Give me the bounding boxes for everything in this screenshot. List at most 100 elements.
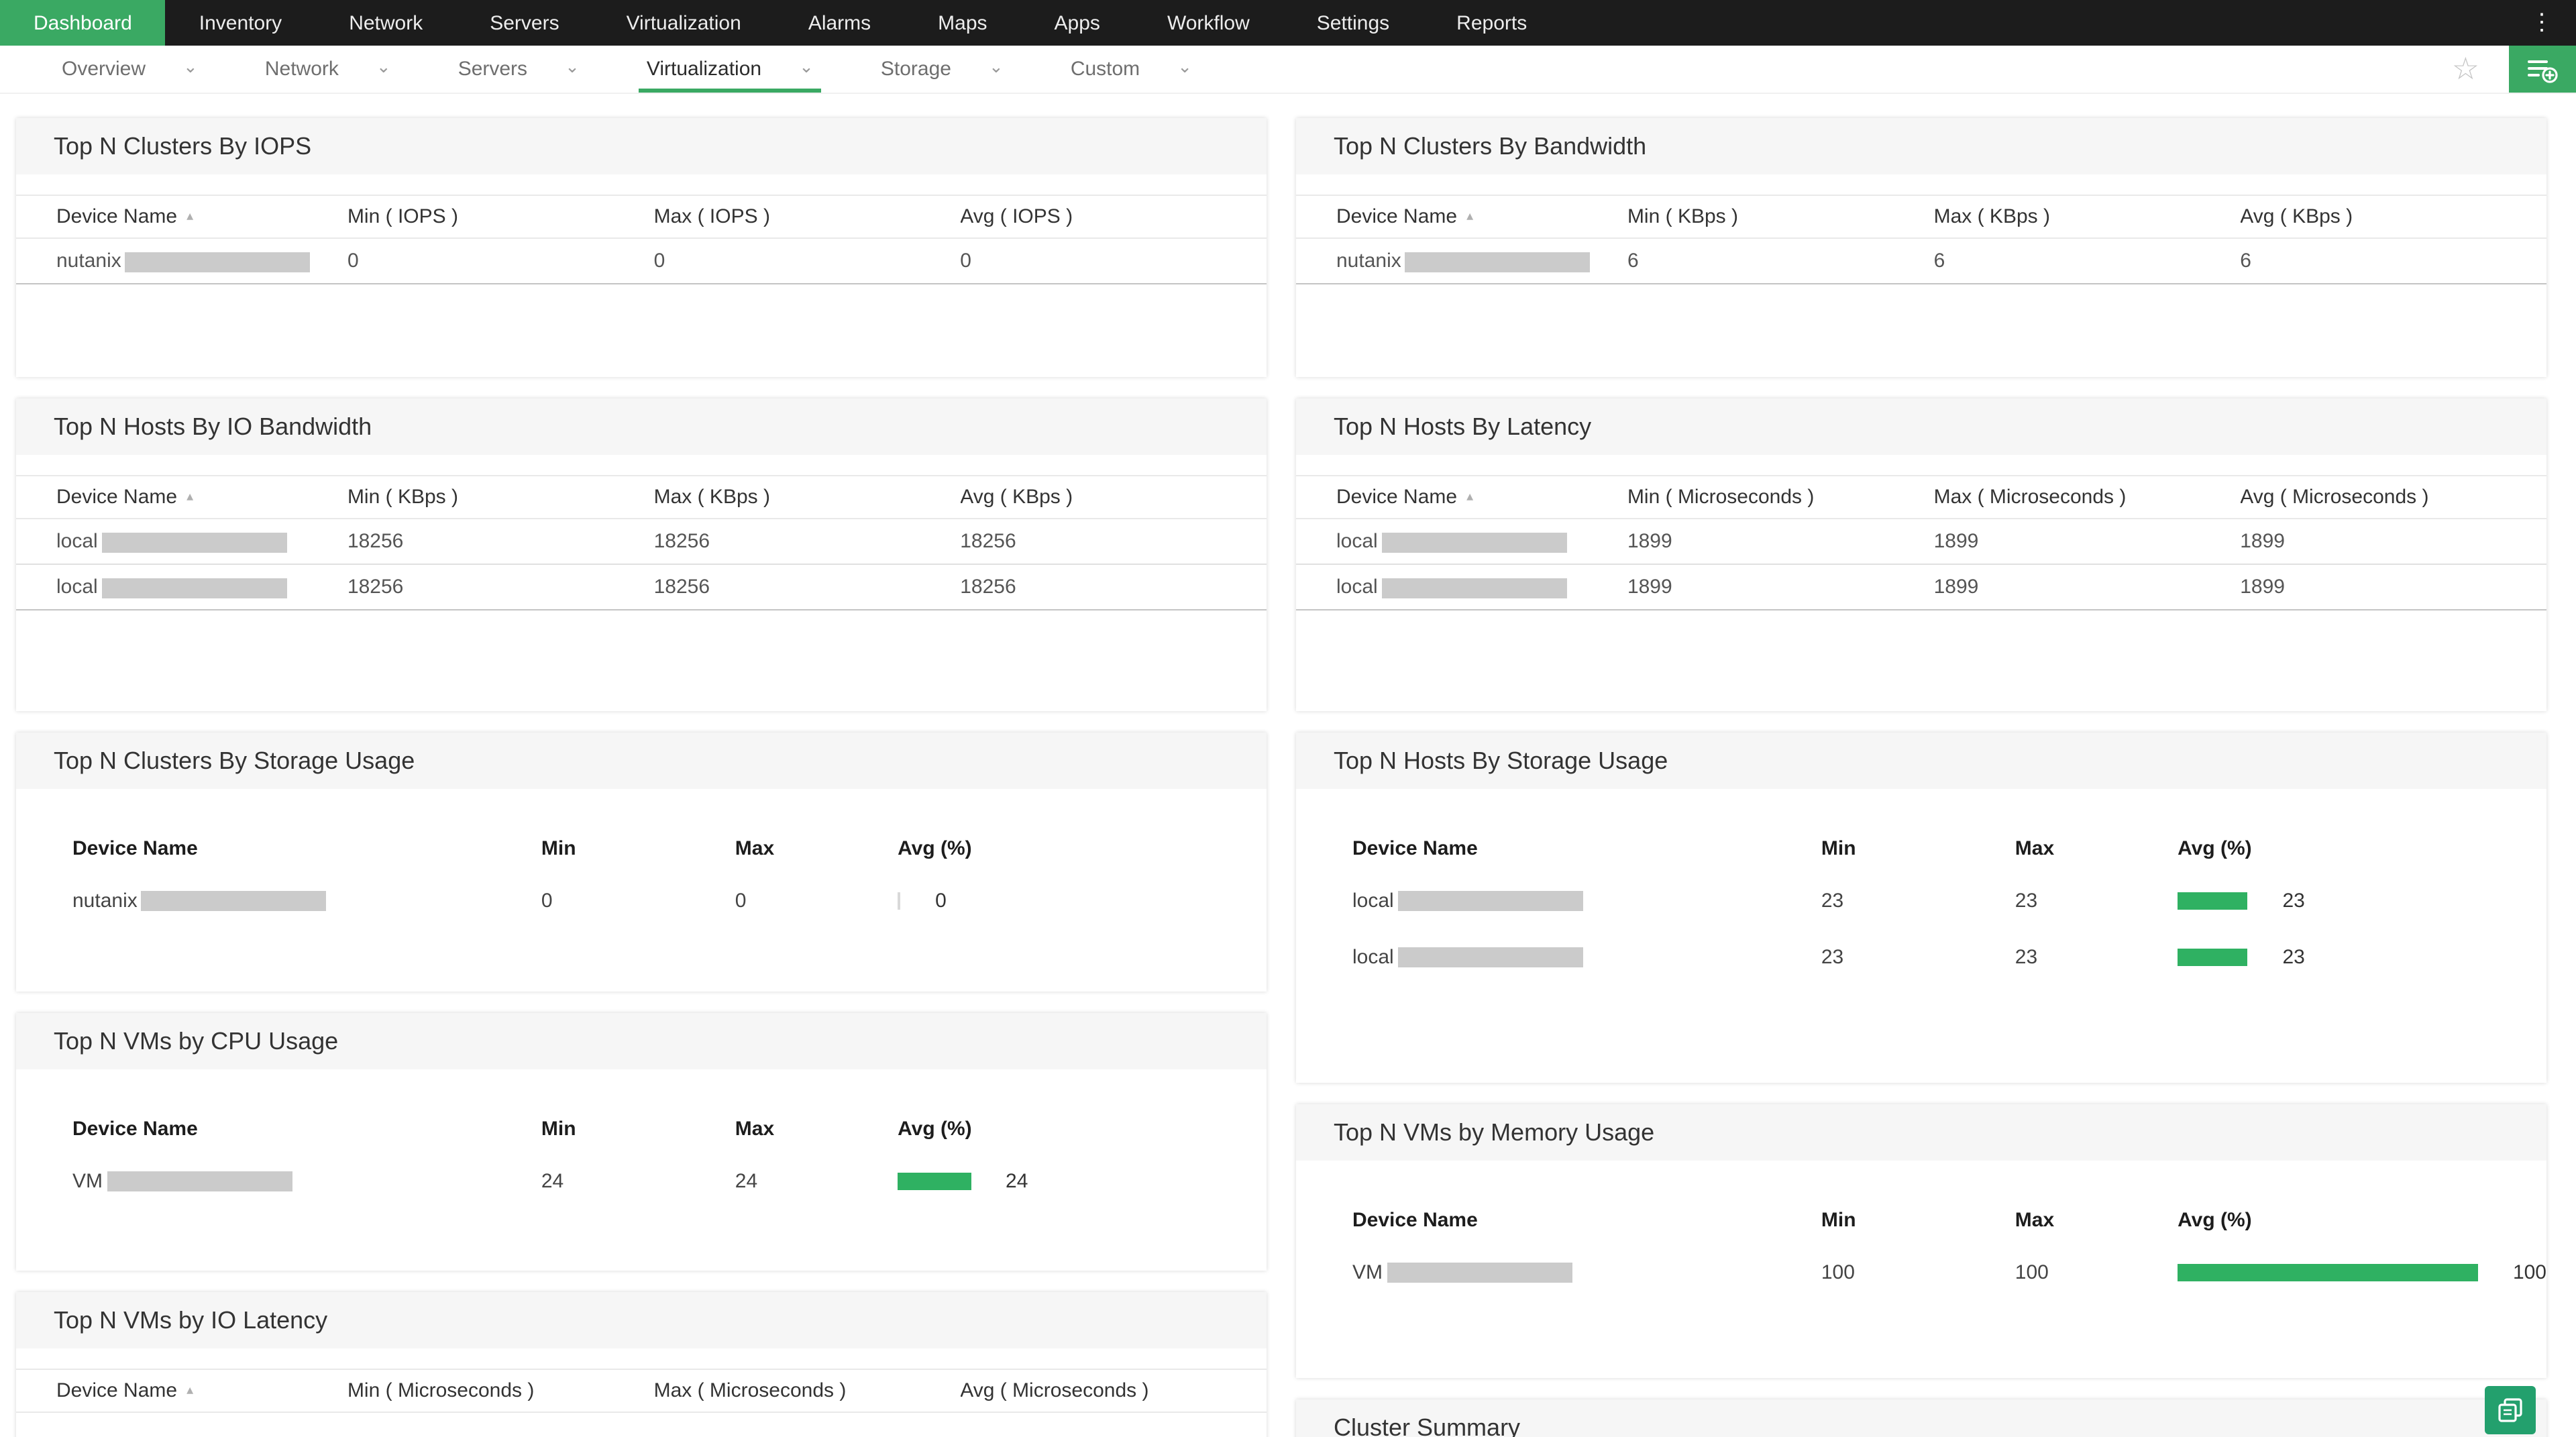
chevron-down-icon[interactable]: ⌄ — [183, 57, 198, 74]
topnav-item-alarms[interactable]: Alarms — [775, 0, 904, 46]
tab-network[interactable]: Network ⌄ — [257, 46, 399, 93]
column-header[interactable]: Max ( Microseconds ) — [654, 1369, 961, 1412]
tab-label: Network — [265, 58, 339, 81]
column-header[interactable]: Avg ( IOPS ) — [960, 195, 1267, 238]
chevron-down-icon[interactable]: ⌄ — [565, 57, 580, 74]
column-header[interactable]: Device Name▴ — [16, 1369, 347, 1412]
column-header[interactable]: Device Name ▴ — [16, 476, 347, 519]
column-header-label: Avg ( Microseconds ) — [2240, 486, 2428, 509]
avg-value: 24 — [898, 1153, 1267, 1209]
min-value: 6 — [1627, 238, 1934, 284]
redacted-device-name — [1382, 578, 1567, 598]
column-header: Device Name — [16, 1104, 541, 1153]
column-header: Avg (%) — [898, 824, 1267, 872]
tab-servers[interactable]: Servers ⌄ — [450, 46, 588, 93]
column-header-label: Max ( Microseconds ) — [654, 1379, 847, 1402]
column-header[interactable]: Device Name▴ — [1296, 476, 1627, 519]
column-header[interactable]: Min ( KBps ) — [347, 476, 654, 519]
sort-icon: ▴ — [186, 490, 193, 504]
topnav-item-network[interactable]: Network — [315, 0, 456, 46]
chevron-down-icon[interactable]: ⌄ — [1177, 57, 1192, 74]
min-value: 1899 — [1627, 564, 1934, 610]
column-header: Max — [735, 1104, 898, 1153]
column-header[interactable]: Avg ( KBps ) — [2240, 195, 2546, 238]
column-header-label: Avg ( IOPS ) — [960, 205, 1073, 228]
min-value: 0 — [541, 872, 735, 928]
min-value: 18256 — [347, 564, 654, 610]
column-header[interactable]: Avg ( KBps ) — [960, 476, 1267, 519]
column-header-label: Device Name — [56, 486, 177, 509]
redacted-device-name — [142, 891, 327, 911]
column-header-label: Device Name — [72, 837, 198, 859]
topnav-item-apps[interactable]: Apps — [1021, 0, 1134, 46]
favorite-star-icon[interactable]: ☆ — [2452, 54, 2479, 85]
avg-value: 18256 — [960, 519, 1267, 564]
column-header[interactable]: Max ( KBps ) — [654, 476, 961, 519]
column-header[interactable]: Avg ( Microseconds ) — [960, 1369, 1267, 1412]
chevron-down-icon[interactable]: ⌄ — [799, 57, 814, 74]
avg-value: 0 — [960, 238, 1267, 284]
sort-icon: ▴ — [1466, 209, 1473, 224]
topnav-item-dashboard[interactable]: Dashboard — [0, 0, 166, 46]
column-header[interactable]: Min ( KBps ) — [1627, 195, 1934, 238]
widget-top-n-clusters-by-bandwidth: Top N Clusters By BandwidthDevice Name▴M… — [1296, 118, 2546, 377]
column-header[interactable]: Min ( IOPS ) — [347, 195, 654, 238]
redacted-device-name — [102, 578, 287, 598]
dashboard-page: Dashboard Inventory Network Servers Virt… — [0, 0, 2576, 1437]
table-row: local189918991899 — [1296, 519, 2546, 564]
table-header-row: Device NameMinMaxAvg (%) — [1296, 824, 2546, 872]
tab-virtualization[interactable]: Virtualization ⌄ — [639, 46, 822, 93]
tab-storage[interactable]: Storage ⌄ — [873, 46, 1012, 93]
device-name-cell: VM — [1296, 1244, 1821, 1300]
device-name-prefix: local — [56, 530, 98, 553]
dashboard-tabs: Overview ⌄ Network ⌄ Servers ⌄ Virtualiz… — [0, 46, 1251, 93]
topnav-item-reports[interactable]: Reports — [1423, 0, 1560, 46]
widget-table: Device Name ▴ Min ( KBps )Max ( KBps )Avg … — [16, 475, 1267, 610]
tab-custom[interactable]: Custom ⌄ — [1063, 46, 1200, 93]
column-header-label: Device Name — [1336, 486, 1457, 509]
column-header[interactable]: Device Name▴ — [16, 195, 347, 238]
column-header[interactable]: Device Name ▴ — [1296, 195, 1627, 238]
tab-label: Overview — [62, 58, 146, 81]
table-row: nutanix000 — [16, 238, 1267, 284]
column-header[interactable]: Max ( KBps ) — [1934, 195, 2241, 238]
topnav-item-servers[interactable]: Servers — [456, 0, 592, 46]
widget-title: Top N Clusters By Storage Usage — [16, 733, 1267, 789]
column-header-label: Max — [2015, 1208, 2054, 1231]
chevron-down-icon[interactable]: ⌄ — [376, 57, 391, 74]
column-header[interactable]: Min ( Microseconds ) — [1627, 476, 1934, 519]
tab-overview[interactable]: Overview ⌄ — [54, 46, 206, 93]
device-name-cell: nutanix — [16, 238, 347, 284]
column-header-label: Max ( Microseconds ) — [1934, 486, 2127, 509]
avg-usage-bar — [2178, 1263, 2478, 1281]
topnav-item-maps[interactable]: Maps — [904, 0, 1020, 46]
max-value: 6 — [1934, 238, 2241, 284]
column-header-label: Avg (%) — [898, 1117, 972, 1140]
max-value: 18256 — [654, 564, 961, 610]
column-header[interactable]: Min ( Microseconds ) — [347, 1369, 654, 1412]
floating-action-button[interactable] — [2485, 1386, 2536, 1434]
table-row: nutanix666 — [1296, 238, 2546, 284]
topnav-item-inventory[interactable]: Inventory — [166, 0, 315, 46]
topnav-item-settings[interactable]: Settings — [1283, 0, 1423, 46]
topnav-item-workflow[interactable]: Workflow — [1134, 0, 1283, 46]
column-header[interactable]: Max ( IOPS ) — [654, 195, 961, 238]
table-row: local189918991899 — [1296, 564, 2546, 610]
kebab-menu-icon[interactable]: ⋮ — [2522, 0, 2563, 46]
topnav-item-virtualization[interactable]: Virtualization — [593, 0, 775, 46]
min-value: 1899 — [1627, 519, 1934, 564]
add-dashboard-button[interactable] — [2509, 46, 2576, 93]
chevron-down-icon[interactable]: ⌄ — [989, 57, 1004, 74]
column-header-label: Device Name — [1336, 205, 1457, 228]
widget-title: Top N Hosts By Latency — [1296, 398, 2546, 455]
widget-table: Device Name▴Min ( Microseconds )Max ( Mi… — [1296, 475, 2546, 610]
max-value: 0 — [735, 872, 898, 928]
device-name-prefix: VM — [1352, 1261, 1383, 1283]
column-header[interactable]: Max ( Microseconds ) — [1934, 476, 2241, 519]
column-header[interactable]: Avg ( Microseconds ) — [2240, 476, 2546, 519]
subnav-actions: ☆ — [2452, 46, 2576, 93]
avg-value: 1899 — [2240, 564, 2546, 610]
column-header: Device Name — [16, 824, 541, 872]
redacted-device-name — [125, 252, 311, 272]
device-name-prefix: local — [1336, 530, 1378, 553]
